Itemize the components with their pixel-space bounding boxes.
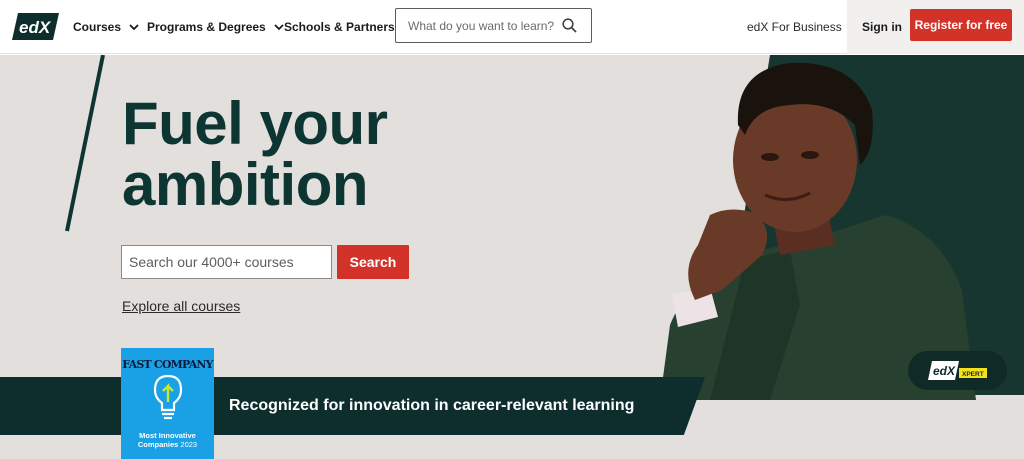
nav-programs-degrees[interactable]: Programs & Degrees bbox=[147, 0, 284, 54]
edx-logo[interactable]: edX bbox=[12, 11, 59, 42]
badge-line-2: Companies bbox=[137, 440, 179, 449]
top-navigation: edX Courses Programs & Degrees Schools &… bbox=[0, 0, 1024, 54]
hero-person-image bbox=[660, 62, 976, 400]
nav-search-box bbox=[395, 8, 592, 43]
nav-schools-label: Schools & Partners bbox=[284, 20, 395, 34]
nav-programs-label: Programs & Degrees bbox=[147, 20, 266, 34]
search-icon[interactable] bbox=[562, 18, 577, 33]
badge-subtitle: Most Innovative Companies 2023 bbox=[121, 431, 214, 449]
headline-line-2: ambition bbox=[122, 151, 369, 218]
hero-headline: Fuel your ambition bbox=[122, 93, 388, 215]
recognition-text: Recognized for innovation in career-rele… bbox=[229, 397, 635, 414]
xpert-tag: XPERT bbox=[962, 371, 984, 378]
edx-for-business-link[interactable]: edX For Business bbox=[747, 0, 842, 54]
hero-search-box bbox=[121, 245, 332, 279]
nav-courses[interactable]: Courses bbox=[73, 0, 139, 54]
xpert-logo-text: edX bbox=[933, 364, 956, 378]
fast-company-badge: FAST COMPANY Most Innovative Companies 2… bbox=[121, 348, 214, 459]
badge-title: FAST COMPANY bbox=[122, 358, 213, 371]
hero-section: Fuel your ambition Search Explore all co… bbox=[0, 55, 1024, 459]
nav-search-input[interactable] bbox=[396, 9, 556, 42]
xpert-chat-button[interactable]: edX XPERT bbox=[908, 351, 1007, 390]
register-button[interactable]: Register for free bbox=[910, 9, 1012, 41]
hero-search-input[interactable] bbox=[122, 246, 331, 278]
nav-schools-partners[interactable]: Schools & Partners bbox=[284, 0, 395, 54]
chevron-down-icon bbox=[129, 23, 139, 30]
logo-text: edX bbox=[19, 18, 52, 37]
badge-line-1: Most Innovative bbox=[139, 431, 196, 440]
decorative-slash bbox=[65, 55, 105, 232]
lightbulb-icon bbox=[153, 374, 183, 420]
headline-line-1: Fuel your bbox=[122, 90, 388, 157]
sign-in-link[interactable]: Sign in bbox=[862, 0, 902, 54]
xpert-logo: edX XPERT bbox=[928, 361, 987, 380]
hero-search-button[interactable]: Search bbox=[337, 245, 409, 279]
badge-year: 2023 bbox=[180, 440, 198, 449]
nav-courses-label: Courses bbox=[73, 20, 122, 34]
explore-all-courses-link[interactable]: Explore all courses bbox=[122, 298, 240, 314]
chevron-down-icon bbox=[274, 23, 284, 30]
